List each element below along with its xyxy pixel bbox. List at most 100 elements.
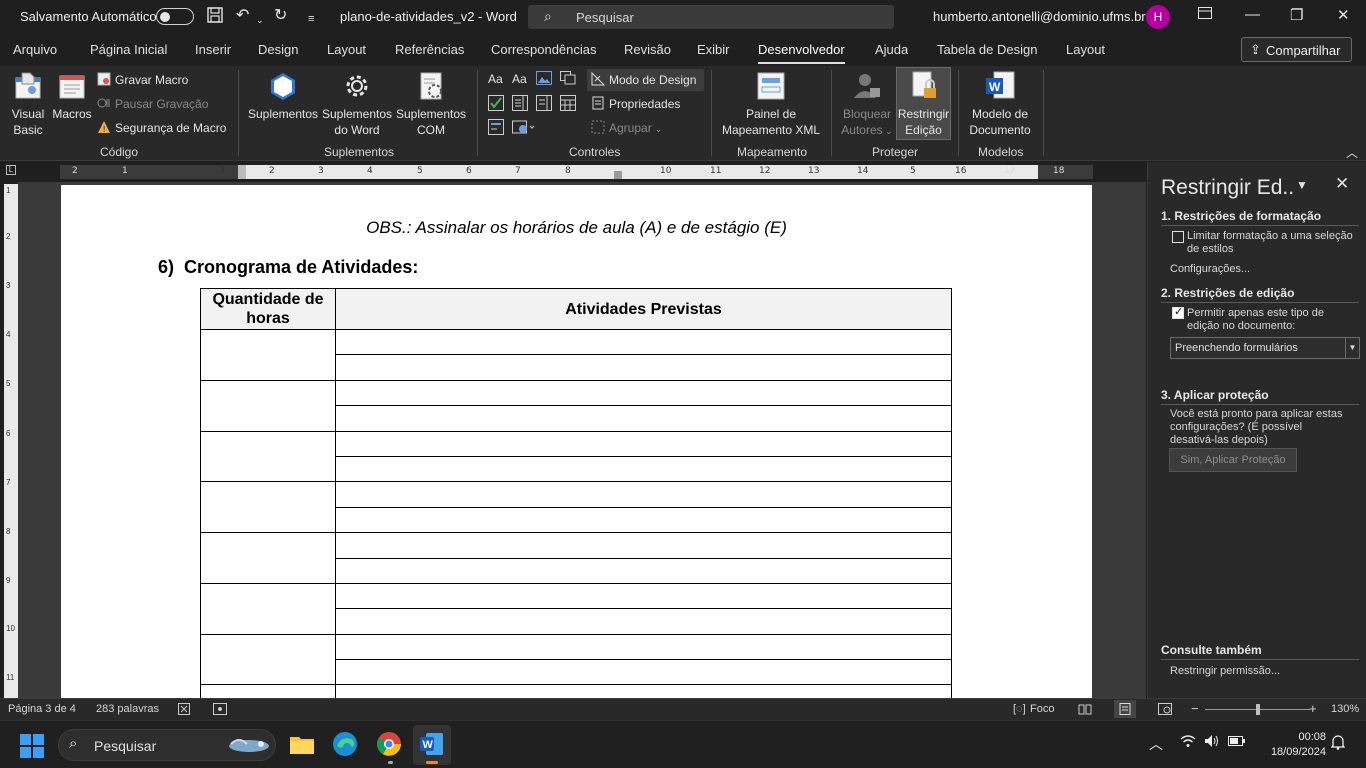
- activity-cell[interactable]: [335, 328, 952, 356]
- tab-exibir[interactable]: Exibir: [697, 42, 730, 57]
- search-box[interactable]: ⌕ Pesquisar: [528, 5, 894, 29]
- com-addins-button[interactable]: Suplementos COM: [395, 70, 467, 138]
- share-button[interactable]: ⇪ Compartilhar: [1241, 37, 1352, 62]
- allow-editing-type-checkbox[interactable]: [1172, 305, 1184, 319]
- hours-cell[interactable]: [200, 430, 336, 483]
- activity-cell[interactable]: [335, 354, 952, 381]
- windows-start-icon[interactable]: [20, 734, 44, 761]
- activity-cell[interactable]: [335, 557, 952, 584]
- picture-control-icon[interactable]: [536, 71, 552, 88]
- tab-tabela-design[interactable]: Tabela de Design: [937, 42, 1037, 57]
- autosave-toggle[interactable]: [156, 8, 194, 25]
- building-block-control-icon[interactable]: [560, 71, 576, 88]
- document-area[interactable]: OBS.: Assinalar os horários de aula (A) …: [18, 182, 1146, 698]
- word-addins-button[interactable]: Suplementos do Word: [321, 70, 393, 138]
- volume-icon[interactable]: [1204, 734, 1220, 751]
- legacy-tools-icon[interactable]: [512, 119, 536, 138]
- save-icon[interactable]: [206, 6, 224, 30]
- tab-layout-tabela[interactable]: Layout: [1066, 42, 1105, 57]
- chevron-up-icon[interactable]: ︿: [1149, 734, 1163, 754]
- print-layout-icon[interactable]: [1114, 700, 1136, 718]
- restore-icon[interactable]: ❐: [1290, 6, 1303, 24]
- activity-cell[interactable]: [335, 455, 952, 483]
- proofing-icon[interactable]: [178, 703, 192, 718]
- restrict-editing-button[interactable]: Restringir Edição: [896, 67, 951, 140]
- properties-button[interactable]: Propriedades: [591, 96, 680, 111]
- restrict-permission-link[interactable]: Restringir permissão...: [1170, 665, 1280, 677]
- column-marker[interactable]: [614, 171, 622, 179]
- apply-protection-button[interactable]: Sim, Aplicar Proteção: [1169, 448, 1297, 472]
- undo-dropdown-icon[interactable]: ⌄: [256, 10, 264, 30]
- activity-cell[interactable]: [335, 633, 952, 661]
- zoom-out-icon[interactable]: −: [1191, 701, 1199, 716]
- file-explorer-icon[interactable]: [288, 730, 316, 758]
- hours-cell[interactable]: [200, 481, 336, 534]
- customize-qat-icon[interactable]: ≡: [308, 9, 314, 29]
- ribbon-display-icon[interactable]: [1198, 6, 1212, 23]
- page-count[interactable]: Página 3 de 4: [8, 703, 76, 715]
- tab-inserir[interactable]: Inserir: [195, 42, 231, 57]
- activity-cell[interactable]: [335, 608, 952, 635]
- clock[interactable]: 00:08 18/09/2024: [1256, 730, 1326, 760]
- visual-basic-button[interactable]: Visual Basic: [8, 70, 48, 138]
- activity-cell[interactable]: [335, 582, 952, 610]
- block-authors-button[interactable]: Bloquear Autores ⌄: [838, 70, 896, 139]
- xml-mapping-pane-button[interactable]: Painel de Mapeamento XML: [718, 70, 824, 138]
- avatar[interactable]: H: [1146, 5, 1170, 29]
- macro-security-button[interactable]: ! Segurança de Macro: [97, 120, 226, 135]
- notification-bell-icon[interactable]: [1330, 734, 1346, 753]
- activity-cell[interactable]: [335, 405, 952, 432]
- macros-button[interactable]: Macros: [52, 70, 92, 122]
- undo-icon[interactable]: ↶: [236, 6, 249, 26]
- date-picker-control-icon[interactable]: [560, 95, 576, 114]
- hours-cell[interactable]: [200, 329, 336, 381]
- vertical-ruler[interactable]: 1 2 3 4 5 6 7 8 9 10 11: [4, 184, 18, 698]
- tab-design[interactable]: Design: [258, 42, 298, 57]
- hours-cell[interactable]: [200, 684, 336, 698]
- edge-icon[interactable]: [331, 730, 359, 758]
- design-mode-button[interactable]: Modo de Design: [587, 69, 704, 91]
- tab-revisao[interactable]: Revisão: [624, 42, 671, 57]
- tab-layout[interactable]: Layout: [327, 42, 366, 57]
- tab-pagina-inicial[interactable]: Página Inicial: [90, 42, 167, 57]
- minimize-icon[interactable]: —: [1245, 6, 1260, 23]
- combo-box-control-icon[interactable]: [512, 95, 528, 114]
- hours-cell[interactable]: [200, 379, 336, 432]
- redo-icon[interactable]: ↻: [274, 6, 287, 26]
- tab-correspondencias[interactable]: Correspondências: [491, 42, 597, 57]
- tab-referencias[interactable]: Referências: [395, 42, 464, 57]
- checkbox-control-icon[interactable]: [488, 95, 504, 114]
- suplementos-button[interactable]: Suplementos: [247, 70, 319, 122]
- tab-ajuda[interactable]: Ajuda: [875, 42, 908, 57]
- tab-arquivo[interactable]: Arquivo: [13, 42, 57, 57]
- zoom-in-icon[interactable]: +: [1309, 701, 1317, 716]
- zoom-level[interactable]: 130%: [1331, 703, 1359, 715]
- read-mode-icon[interactable]: [1078, 703, 1092, 718]
- word-taskbar-button[interactable]: W: [413, 725, 451, 765]
- activity-cell[interactable]: [335, 481, 952, 508]
- record-macro-button[interactable]: Gravar Macro: [97, 72, 188, 87]
- dropdown-list-control-icon[interactable]: [536, 95, 552, 114]
- battery-icon[interactable]: [1228, 734, 1246, 750]
- group-controls-button[interactable]: Agrupar ⌄: [591, 120, 662, 135]
- activity-cell[interactable]: [335, 430, 952, 457]
- activity-cell[interactable]: [335, 506, 952, 534]
- hours-cell[interactable]: [200, 633, 336, 686]
- focus-icon[interactable]: [◌]: [1013, 703, 1026, 715]
- collapse-ribbon-icon[interactable]: ︿: [1346, 144, 1358, 161]
- editing-type-select[interactable]: Preenchendo formulários ▼: [1170, 337, 1360, 359]
- activity-cell[interactable]: [335, 684, 952, 698]
- word-count[interactable]: 283 palavras: [96, 703, 159, 715]
- taskbar-search[interactable]: ⌕ Pesquisar: [58, 729, 276, 761]
- web-layout-icon[interactable]: [1158, 703, 1172, 718]
- tab-desenvolvedor[interactable]: Desenvolvedor: [758, 42, 845, 64]
- limit-formatting-checkbox[interactable]: [1172, 231, 1184, 243]
- zoom-slider-thumb[interactable]: [1256, 704, 1260, 715]
- plain-text-control-icon[interactable]: Aa: [512, 72, 527, 86]
- accessibility-icon[interactable]: [213, 703, 227, 718]
- document-template-button[interactable]: W Modelo de Documento: [965, 70, 1035, 138]
- pause-recording-button[interactable]: Pausar Gravação: [97, 96, 208, 111]
- hours-cell[interactable]: [200, 532, 336, 584]
- rich-text-control-icon[interactable]: Aa: [488, 72, 503, 86]
- indent-marker[interactable]: [238, 165, 246, 179]
